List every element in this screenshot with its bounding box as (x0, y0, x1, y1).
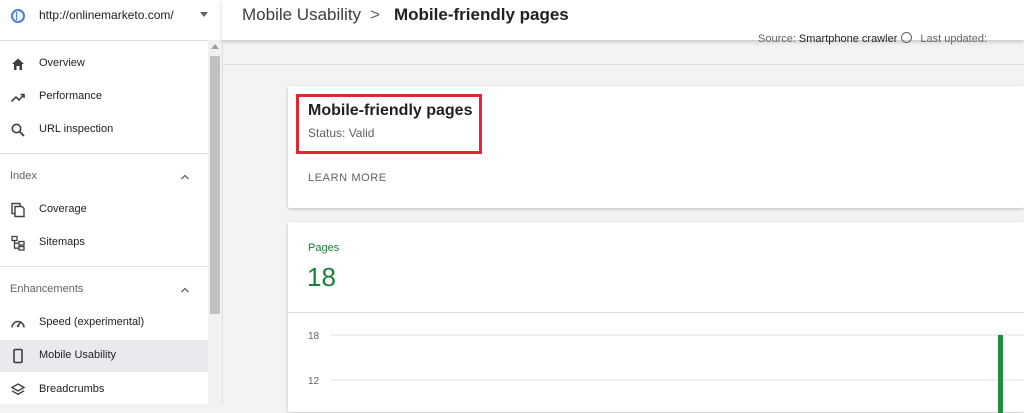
section-header-index[interactable]: Index (0, 165, 208, 189)
chart-bar[interactable] (998, 335, 1003, 413)
home-icon (12, 58, 24, 70)
section-label: Index (10, 170, 37, 182)
chart-y-tick-label: 18 (308, 331, 320, 342)
divider (222, 64, 1024, 65)
breadcrumb-separator: > (370, 5, 380, 24)
help-icon[interactable] (901, 32, 913, 43)
chevron-up-icon[interactable] (180, 285, 190, 295)
sidebar-item-mobile-usability[interactable]: Mobile Usability (0, 340, 208, 372)
source-label: Source: (758, 33, 796, 45)
pages-chart: 1812 (308, 331, 1024, 413)
source-value: Smartphone crawler (798, 33, 898, 45)
sidebar: http://onlinemarketo.com/ Overview Perfo… (0, 0, 223, 404)
sidebar-item-label: Performance (39, 90, 102, 102)
sidebar-item-label: Speed (experimental) (39, 316, 145, 328)
chevron-up-icon[interactable] (180, 172, 190, 182)
caret-down-icon[interactable] (200, 12, 208, 17)
sidebar-item-overview[interactable]: Overview (0, 48, 208, 80)
layers-icon (10, 383, 26, 396)
pages-card: Pages 18 18 12 (288, 222, 1024, 413)
property-url: http://onlinemarketo.com/ (39, 8, 174, 22)
divider (0, 40, 208, 41)
page-title: Mobile-friendly pages (394, 5, 569, 24)
speedometer-icon (11, 320, 25, 328)
trending-up-icon (10, 93, 25, 103)
smartphone-icon (13, 348, 23, 364)
status-text: Status: Valid (308, 126, 375, 140)
file-copy-icon (11, 202, 25, 218)
sitemap-icon (11, 235, 25, 251)
status-card: Mobile-friendly pages Status: Valid LEAR… (288, 86, 1024, 208)
sidebar-item-speed[interactable]: Speed (experimental) (0, 307, 208, 339)
divider (0, 153, 208, 154)
globe-icon (11, 9, 25, 23)
sidebar-item-label: Coverage (39, 203, 87, 215)
sidebar-item-label: Mobile Usability (39, 349, 117, 361)
source-info: Source: Smartphone crawler Last updated: (758, 32, 987, 45)
sidebar-item-label: Breadcrumbs (39, 383, 105, 395)
sidebar-item-performance[interactable]: Performance (0, 81, 208, 113)
section-label: Enhancements (10, 283, 84, 295)
status-card-title: Mobile-friendly pages (308, 102, 473, 119)
learn-more-button[interactable]: LEARN MORE (308, 172, 387, 184)
pages-count: 18 (307, 262, 336, 292)
sidebar-item-label: URL inspection (39, 123, 114, 135)
search-icon (11, 123, 25, 137)
property-selector[interactable]: http://onlinemarketo.com/ (0, 0, 222, 32)
scroll-up-arrow[interactable] (211, 44, 219, 49)
last-updated-label: Last updated: (920, 33, 988, 45)
divider (0, 266, 208, 267)
section-header-enhancements[interactable]: Enhancements (0, 278, 208, 302)
scrollbar-thumb[interactable] (210, 56, 220, 314)
sidebar-item-label: Overview (39, 57, 85, 69)
sidebar-item-coverage[interactable]: Coverage (0, 194, 208, 226)
sidebar-item-sitemaps[interactable]: Sitemaps (0, 227, 208, 259)
sidebar-item-breadcrumbs[interactable]: Breadcrumbs (0, 374, 208, 406)
chart-y-tick-label: 12 (308, 376, 320, 387)
pages-label: Pages (308, 242, 340, 254)
breadcrumb-parent[interactable]: Mobile Usability (242, 5, 361, 25)
sidebar-item-label: Sitemaps (39, 236, 85, 248)
sidebar-item-url-inspection[interactable]: URL inspection (0, 114, 208, 146)
